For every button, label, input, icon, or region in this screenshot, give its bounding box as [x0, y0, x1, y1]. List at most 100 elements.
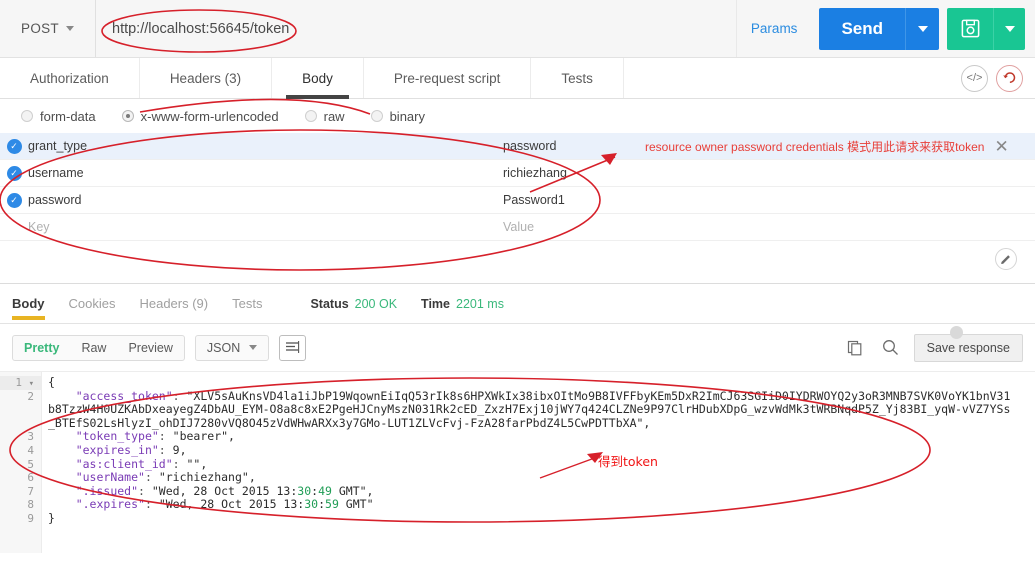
- tab-label: Headers (3): [169, 70, 242, 86]
- body-key-value-table: ✓ grant_type password resource owner pas…: [0, 133, 1035, 284]
- body-type-radio-group: form-data x-www-form-urlencoded raw bina…: [0, 99, 1035, 133]
- code-line: "expires_in": 9,: [75, 442, 187, 457]
- line-number: 1 ▾: [0, 376, 41, 390]
- checkbox-checked-icon[interactable]: ✓: [6, 165, 22, 181]
- code-glyph: </>: [966, 72, 983, 84]
- radio-form-data[interactable]: form-data: [10, 109, 107, 124]
- chevron-down-icon: [249, 345, 258, 350]
- checkbox-checked-icon[interactable]: ✓: [6, 138, 22, 154]
- send-button[interactable]: Send: [819, 7, 905, 50]
- search-glyph: [883, 340, 899, 355]
- line-number: 4: [27, 443, 34, 457]
- row-key[interactable]: username: [28, 166, 503, 180]
- row-checkbox-cell: ✓: [0, 138, 28, 154]
- reset-icon[interactable]: [996, 64, 1023, 92]
- request-url-bar: POST Params Send: [0, 0, 1035, 58]
- copy-glyph: [847, 340, 862, 355]
- response-body-code-viewer[interactable]: 1 ▾ 2 3 4 5 6 7 8 9 { "access_token": "X…: [0, 371, 1035, 553]
- radio-label: binary: [389, 108, 425, 124]
- url-input[interactable]: [110, 19, 736, 38]
- checkbox-checked-icon[interactable]: ✓: [6, 192, 22, 208]
- table-row-empty[interactable]: Key Value: [0, 214, 1035, 241]
- search-icon[interactable]: [878, 335, 904, 361]
- row-annotation: resource owner password credentials 模式用此…: [645, 133, 1009, 160]
- view-mode-preview[interactable]: Preview: [117, 336, 183, 360]
- radio-raw[interactable]: raw: [294, 109, 356, 124]
- response-tab-cookies[interactable]: Cookies: [69, 284, 116, 324]
- code-line: "token_type": "bearer",: [75, 429, 235, 444]
- tab-label: Authorization: [30, 70, 109, 86]
- time-label: Time: [421, 296, 450, 311]
- save-button[interactable]: [947, 7, 993, 50]
- token-annotation-label: 得到token: [598, 454, 658, 469]
- line-number: 8: [27, 498, 34, 512]
- wrap-lines-icon[interactable]: [279, 334, 307, 361]
- row-checkbox-cell: ✓: [0, 192, 28, 208]
- tab-label: Tests: [561, 70, 593, 86]
- code-line: _BTEfS02LsHlyzI_ohDIJ7280vVQ8O45zVdWHwAR…: [48, 415, 651, 430]
- send-options-button[interactable]: [905, 7, 939, 50]
- tab-body[interactable]: Body: [272, 58, 364, 99]
- save-options-button[interactable]: [993, 7, 1025, 50]
- save-response-button[interactable]: Save response: [913, 325, 1023, 362]
- line-number: 6: [27, 471, 34, 485]
- row-key[interactable]: password: [28, 193, 503, 207]
- save-button-group: [939, 0, 1035, 57]
- format-label: JSON: [206, 340, 241, 355]
- code-line: ".expires": "Wed, 28 Oct 2015 13:30:59 G…: [75, 497, 374, 512]
- close-icon[interactable]: ✕: [994, 138, 1008, 155]
- params-button[interactable]: Params: [735, 0, 812, 57]
- tab-label: Headers (9): [139, 296, 209, 311]
- time-badge: Time 2201 ms: [421, 297, 504, 311]
- line-number-gutter: 1 ▾ 2 3 4 5 6 7 8 9: [0, 372, 42, 553]
- edit-pencil-icon[interactable]: [995, 248, 1017, 270]
- radio-label: x-www-form-urlencoded: [140, 108, 279, 124]
- table-row[interactable]: ✓ password Password1: [0, 187, 1035, 214]
- view-mode-pretty[interactable]: Pretty: [13, 336, 70, 360]
- view-mode-raw[interactable]: Raw: [70, 336, 117, 360]
- copy-icon[interactable]: [842, 335, 868, 361]
- tab-tests[interactable]: Tests: [531, 58, 624, 98]
- table-row[interactable]: ✓ username richiezhang: [0, 160, 1035, 187]
- table-row[interactable]: ✓ grant_type password resource owner pas…: [0, 133, 1035, 160]
- radio-label: raw: [323, 108, 345, 124]
- radio-x-www-form-urlencoded[interactable]: x-www-form-urlencoded: [111, 109, 290, 124]
- code-line: ".issued": "Wed, 28 Oct 2015 13:30:49 GM…: [75, 483, 374, 498]
- format-selector[interactable]: JSON: [194, 334, 270, 361]
- new-value-input[interactable]: Value: [503, 220, 1035, 234]
- row-checkbox-cell: ✓: [0, 165, 28, 181]
- request-tab-icons: </>: [949, 58, 1035, 98]
- chevron-down-icon: [917, 25, 928, 32]
- code-line: b8TzzW4H0UZKAbDxeayegZ4DbAU_EYM-O8a8c8xE…: [48, 402, 1011, 417]
- request-tabs: Authorization Headers (3) Body Pre-reque…: [0, 58, 1035, 99]
- radio-circle-icon: [21, 110, 33, 122]
- code-icon[interactable]: </>: [961, 64, 988, 92]
- send-button-group: Send: [811, 0, 939, 57]
- code-line: "access_token": "XLV5sAuKnsVD4la1iJbP19W…: [75, 388, 1011, 403]
- radio-binary[interactable]: binary: [360, 109, 436, 124]
- tab-authorization[interactable]: Authorization: [0, 58, 140, 98]
- code-line: "as:client_id": "",: [75, 456, 208, 471]
- pencil-glyph: [1001, 255, 1010, 264]
- response-tab-headers[interactable]: Headers (9): [139, 284, 208, 324]
- bulk-edit-row: [0, 241, 1035, 277]
- line-number: 7: [27, 484, 34, 498]
- code-line: {: [48, 375, 55, 389]
- tab-pre-request-script[interactable]: Pre-request script: [364, 58, 532, 98]
- radio-circle-selected-icon: [121, 110, 134, 122]
- line-number: 5: [27, 457, 34, 471]
- url-input-wrapper: [96, 0, 736, 57]
- status-badge: Status 200 OK: [310, 297, 397, 311]
- row-key[interactable]: grant_type: [28, 139, 503, 153]
- response-tab-tests[interactable]: Tests: [232, 284, 262, 324]
- row-value[interactable]: Password1: [503, 193, 1035, 207]
- row-value[interactable]: richiezhang: [503, 166, 1035, 180]
- chevron-down-icon: [65, 26, 74, 31]
- http-method-selector[interactable]: POST: [0, 0, 96, 57]
- tab-headers[interactable]: Headers (3): [140, 58, 273, 98]
- response-tab-body[interactable]: Body: [12, 284, 45, 324]
- code-content[interactable]: { "access_token": "XLV5sAuKnsVD4la1iJbP1…: [42, 372, 1035, 553]
- annotation-text: resource owner password credentials 模式用此…: [645, 140, 985, 154]
- new-key-input[interactable]: Key: [28, 220, 503, 234]
- line-number: 9: [27, 511, 34, 525]
